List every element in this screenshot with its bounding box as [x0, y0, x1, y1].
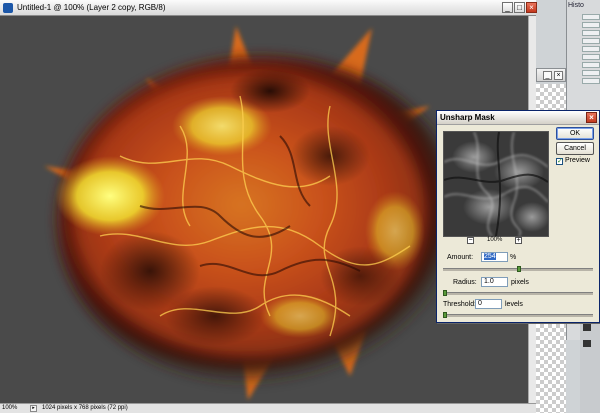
document-title: Untitled-1 @ 100% (Layer 2 copy, RGB/8): [17, 3, 166, 12]
history-row[interactable]: [582, 78, 600, 84]
minimize-icon: _: [505, 3, 510, 12]
amount-input[interactable]: 254: [481, 252, 508, 262]
history-panel-title[interactable]: Histo: [568, 2, 584, 9]
status-menu-arrow[interactable]: ▸: [30, 405, 37, 412]
maximize-button[interactable]: □: [514, 2, 525, 13]
panel-minimize-button[interactable]: _: [543, 71, 552, 80]
panel-close-button[interactable]: ×: [554, 71, 563, 80]
threshold-label: Threshold:: [443, 301, 477, 308]
preview-label: Preview: [565, 157, 590, 164]
unsharp-mask-dialog: Unsharp Mask × − 100% + OK Cancel ✓ Prev…: [436, 110, 600, 323]
history-row[interactable]: [582, 22, 600, 28]
minimize-button[interactable]: _: [502, 2, 513, 13]
navigator-panel-titlebar[interactable]: _ ×: [536, 68, 566, 82]
dialog-close-button[interactable]: ×: [586, 112, 597, 123]
panel-button-strip: [580, 320, 600, 413]
panel-option-icon[interactable]: [583, 324, 591, 331]
radius-input[interactable]: 1.0: [481, 277, 508, 287]
document-info: 1024 pixels x 768 pixels (72 ppi): [42, 405, 128, 411]
status-bar: 100% ▸ 1024 pixels x 768 pixels (72 ppi): [0, 403, 536, 413]
app-icon: [3, 3, 13, 13]
panel-option-icon[interactable]: [583, 340, 591, 347]
radius-slider-thumb[interactable]: [443, 290, 447, 296]
checkbox-check-icon: ✓: [557, 158, 563, 165]
zoom-level-field[interactable]: 100%: [2, 405, 26, 412]
cancel-button[interactable]: Cancel: [556, 142, 594, 155]
threshold-slider-track[interactable]: [443, 314, 593, 317]
preview-image: [444, 132, 548, 236]
zoom-in-button[interactable]: +: [515, 237, 522, 244]
preview-zoom-value: 100%: [487, 237, 503, 243]
dialog-title: Unsharp Mask: [440, 113, 495, 122]
ok-button[interactable]: OK: [556, 127, 594, 140]
history-row[interactable]: [582, 14, 600, 20]
maximize-icon: □: [517, 3, 522, 12]
history-row[interactable]: [582, 54, 600, 60]
history-row[interactable]: [582, 70, 600, 76]
threshold-unit: levels: [505, 301, 523, 308]
radius-unit: pixels: [511, 279, 529, 286]
preview-checkbox[interactable]: ✓: [556, 158, 563, 165]
document-titlebar[interactable]: Untitled-1 @ 100% (Layer 2 copy, RGB/8) …: [0, 0, 537, 16]
threshold-slider-thumb[interactable]: [443, 312, 447, 318]
zoom-out-button[interactable]: −: [467, 237, 474, 244]
close-icon: ×: [589, 113, 594, 122]
filter-preview[interactable]: [443, 131, 549, 237]
history-row[interactable]: [582, 30, 600, 36]
amount-slider-thumb[interactable]: [517, 266, 522, 272]
dialog-titlebar[interactable]: Unsharp Mask ×: [437, 111, 599, 125]
radius-slider-track[interactable]: [443, 292, 593, 295]
history-row[interactable]: [582, 62, 600, 68]
history-row[interactable]: [582, 46, 600, 52]
amount-unit: %: [510, 254, 517, 261]
amount-label: Amount:: [447, 254, 474, 261]
close-button[interactable]: ×: [526, 2, 537, 13]
close-icon: ×: [529, 3, 534, 12]
radius-label: Radius:: [453, 279, 477, 286]
history-row[interactable]: [582, 38, 600, 44]
threshold-input[interactable]: 0: [475, 299, 502, 309]
